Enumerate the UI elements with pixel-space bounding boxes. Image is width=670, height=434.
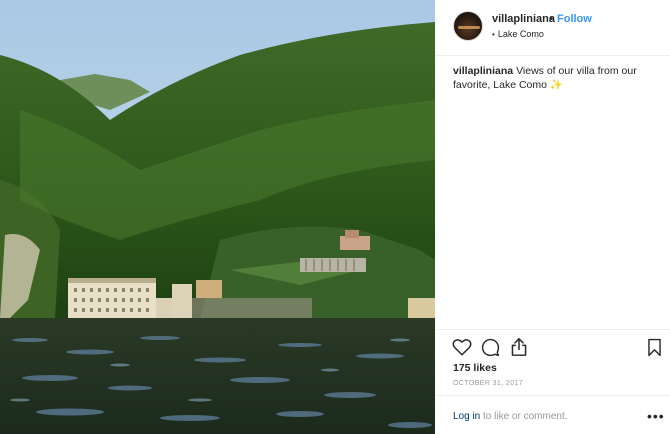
post-date[interactable]: OCTOBER 31, 2017	[453, 380, 523, 387]
header-username[interactable]: villapliniana	[492, 13, 555, 25]
share-icon[interactable]	[510, 337, 528, 357]
header-separator: •	[549, 13, 553, 25]
comment-footer: Log in to like or comment. •••	[435, 395, 670, 434]
bookmark-icon[interactable]	[647, 338, 662, 357]
avatar[interactable]	[453, 11, 483, 41]
lake-como-villa-image	[0, 0, 435, 434]
post-header: villapliniana • Follow • Lake Como	[435, 0, 670, 56]
location-label: Lake Como	[497, 29, 544, 39]
comment-icon[interactable]	[481, 338, 500, 357]
more-options-icon[interactable]: •••	[647, 408, 665, 424]
caption-username[interactable]: villapliniana	[453, 65, 513, 77]
login-prompt-text: to like or comment.	[480, 411, 568, 422]
post-photo[interactable]	[0, 0, 435, 434]
location-bullet: •	[492, 30, 495, 39]
post-caption: villapliniana Views of our villa from our…	[453, 64, 658, 92]
location-link[interactable]: • Lake Como	[492, 29, 544, 39]
follow-button[interactable]: Follow	[557, 13, 592, 25]
login-prompt: Log in to like or comment.	[453, 411, 568, 422]
login-link[interactable]: Log in	[453, 411, 480, 422]
post-sidebar: villapliniana • Follow • Lake Como villap…	[435, 0, 670, 434]
likes-count[interactable]: 175 likes	[453, 362, 497, 374]
heart-icon[interactable]	[452, 338, 472, 356]
